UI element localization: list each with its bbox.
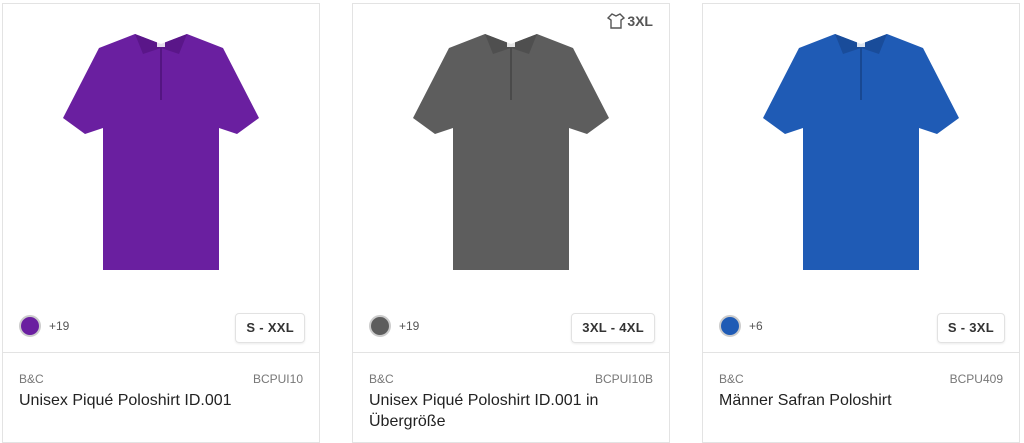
product-image[interactable] [353, 4, 669, 349]
brand-name: B&C [19, 372, 44, 386]
size-range-badge: 3XL - 4XL [571, 313, 655, 343]
product-title[interactable]: Unisex Piqué Poloshirt ID.001 in Übergrö… [369, 390, 654, 432]
brand-name: B&C [369, 372, 394, 386]
size-range-badge: S - XXL [235, 313, 305, 343]
color-swatch[interactable] [19, 315, 41, 337]
product-card[interactable]: +19 S - XXL B&C BCPUI10 Unisex Piqué Pol… [2, 3, 320, 443]
polo-shirt-image [763, 34, 959, 270]
product-card[interactable]: 3XL +19 3XL - 4XL B&C BCPUI10B Unisex Pi… [352, 3, 670, 443]
color-swatch[interactable] [369, 315, 391, 337]
product-sku: BCPUI10 [252, 372, 303, 386]
polo-shirt-image [413, 34, 609, 270]
product-sku: BCPUI10B [594, 372, 653, 386]
color-swatch[interactable] [719, 315, 741, 337]
more-colors-count[interactable]: +19 [49, 319, 69, 333]
more-colors-count[interactable]: +6 [749, 319, 763, 333]
product-card[interactable]: +6 S - 3XL B&C BCPU409 Männer Safran Pol… [702, 3, 1020, 443]
card-divider [353, 352, 669, 353]
product-image[interactable] [3, 4, 319, 349]
card-divider [703, 352, 1019, 353]
product-title[interactable]: Männer Safran Poloshirt [719, 390, 1004, 411]
more-colors-count[interactable]: +19 [399, 319, 419, 333]
card-divider [3, 352, 319, 353]
polo-shirt-image [63, 34, 259, 270]
product-title[interactable]: Unisex Piqué Poloshirt ID.001 [19, 390, 304, 411]
product-sku: BCPU409 [949, 372, 1003, 386]
product-image[interactable] [703, 4, 1019, 349]
brand-name: B&C [719, 372, 744, 386]
size-range-badge: S - 3XL [936, 313, 1005, 343]
